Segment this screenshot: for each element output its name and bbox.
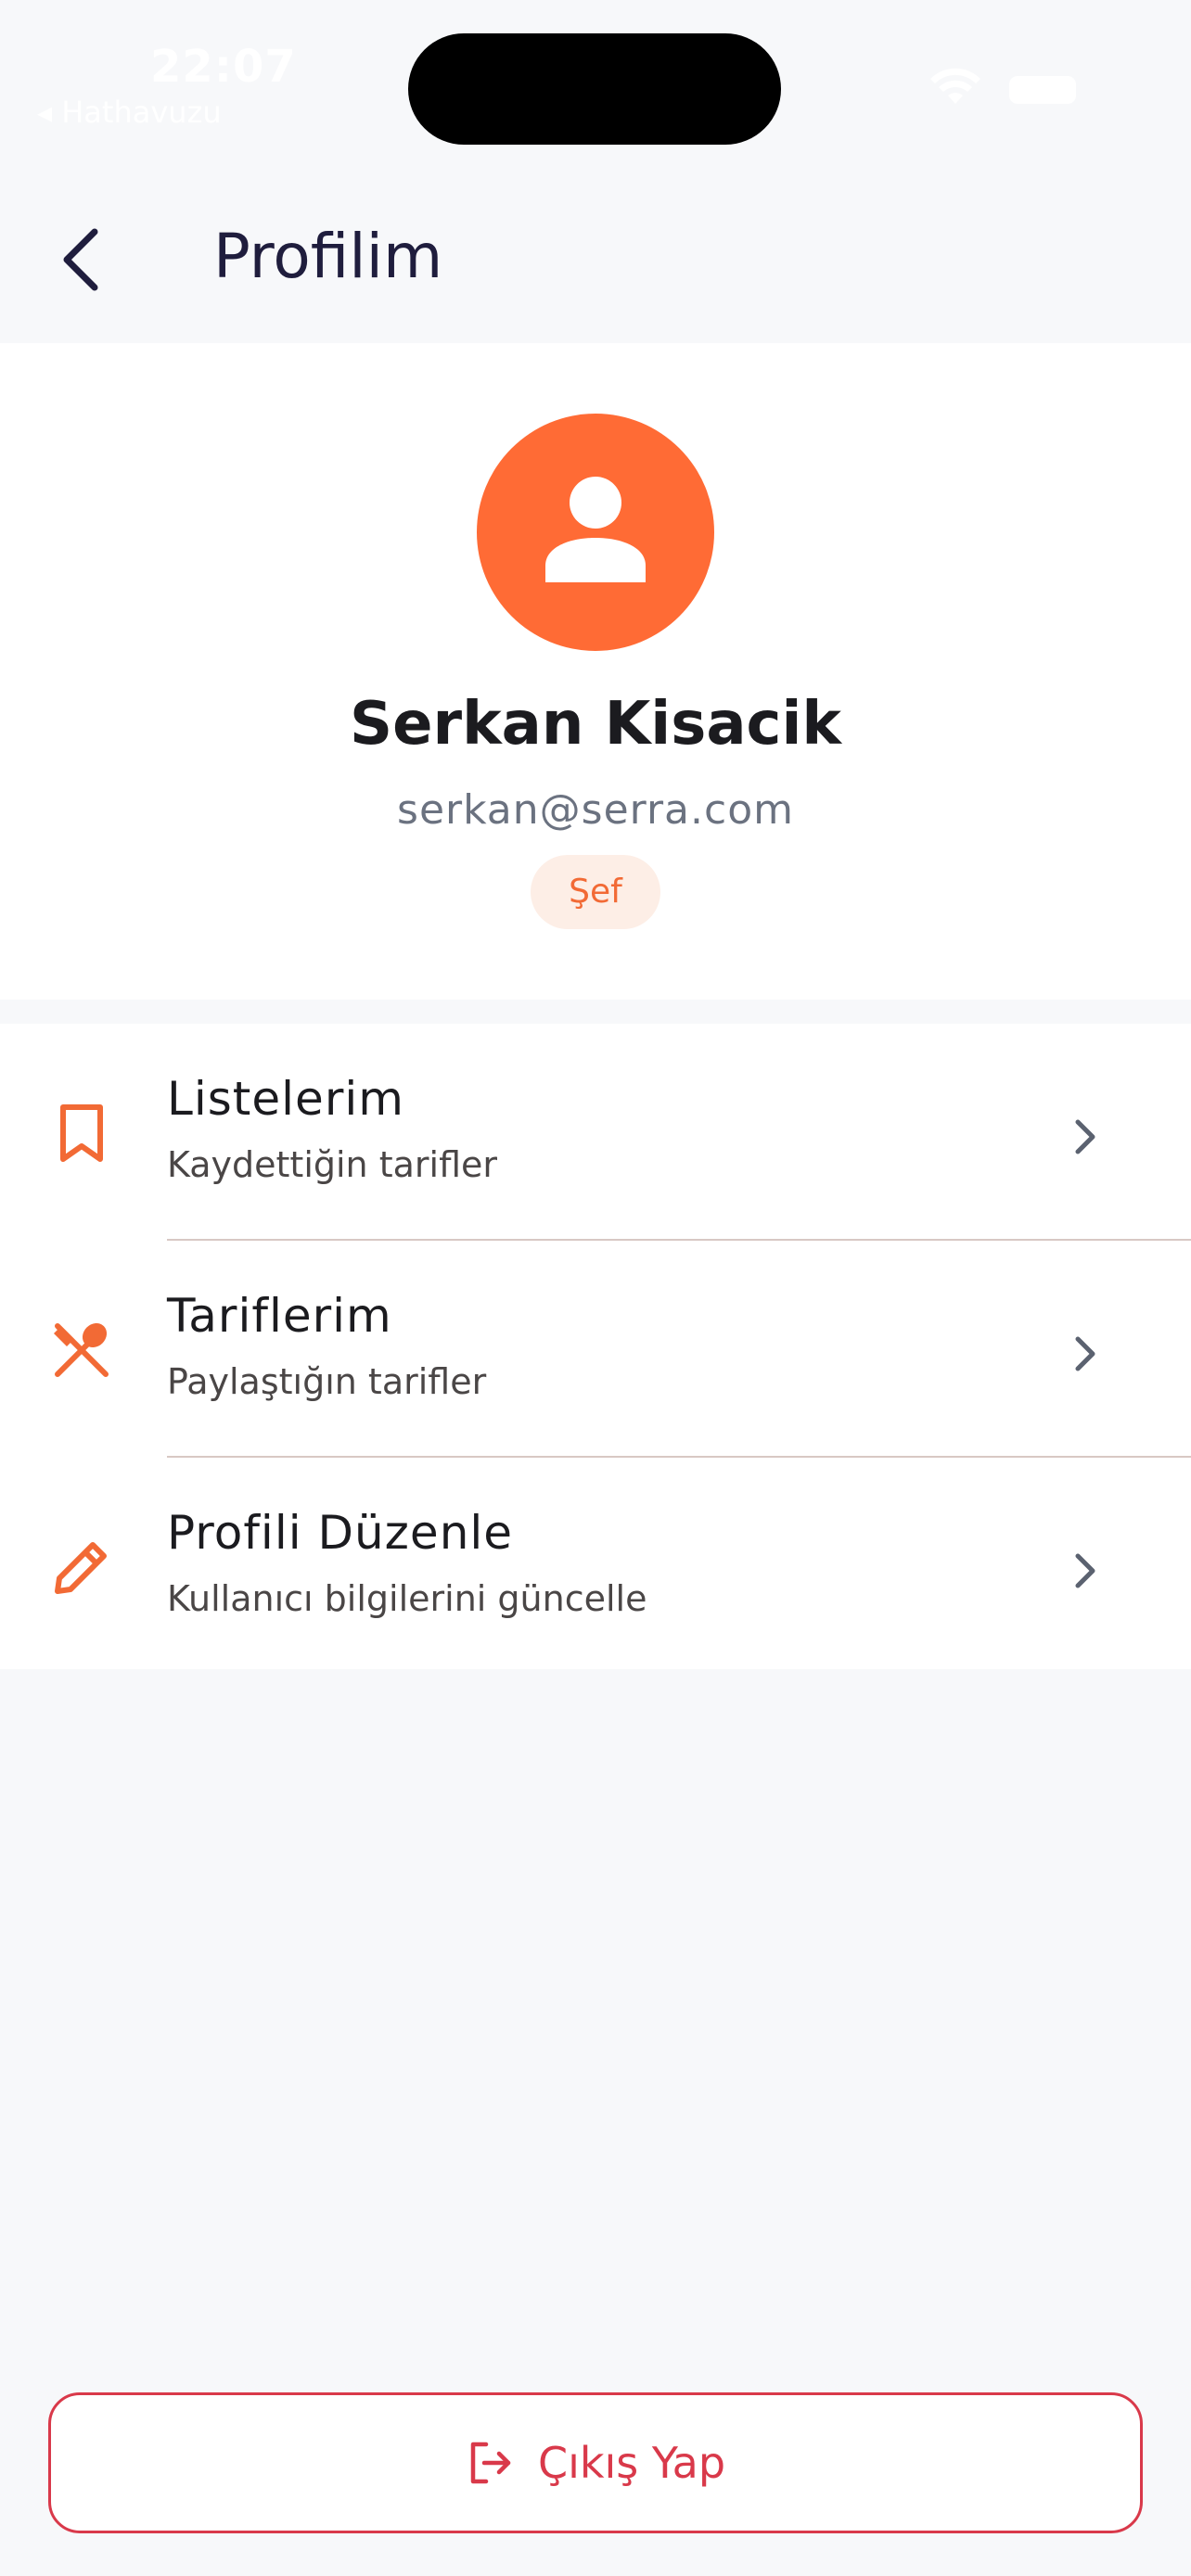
person-icon [545, 477, 646, 582]
chevron-right-icon [1067, 1111, 1104, 1163]
user-email: serkan@serra.com [397, 786, 794, 834]
wifi-icon [928, 67, 983, 111]
menu-item-tariflerim[interactable]: Tariflerim Paylaştığın tarifler [0, 1241, 1191, 1456]
avatar [477, 414, 714, 651]
status-time: 22:07 [150, 41, 297, 93]
back-button[interactable] [54, 223, 109, 297]
menu-item-subtitle: Kaydettiğin tarifler [167, 1144, 498, 1185]
logout-icon [466, 2439, 514, 2487]
pencil-icon [48, 1534, 115, 1600]
menu-item-subtitle: Paylaştığın tarifler [167, 1361, 487, 1402]
menu-item-listelerim[interactable]: Listelerim Kaydettiğin tarifler [0, 1024, 1191, 1239]
chevron-left-icon [63, 228, 98, 291]
profile-card: Serkan Kisacik serkan@serra.com Şef [0, 343, 1191, 1000]
battery-icon [1009, 76, 1076, 104]
menu-item-title: Listelerim [167, 1072, 404, 1126]
chevron-right-icon [1067, 1545, 1104, 1597]
profile-screen: 22:07 ◂ Hathavuzu Profilim Serkan Kisaci… [0, 0, 1191, 2576]
page-title: Profilim [213, 221, 443, 292]
bookmark-icon [48, 1100, 115, 1167]
menu-item-title: Tariflerim [167, 1289, 392, 1343]
logout-button[interactable]: Çıkış Yap [48, 2392, 1143, 2533]
role-badge: Şef [531, 855, 660, 929]
profile-menu: Listelerim Kaydettiğin tarifler Tarifler… [0, 1024, 1191, 1669]
chevron-right-icon [1067, 1328, 1104, 1380]
utensils-icon [48, 1317, 115, 1384]
menu-item-profili-duzenle[interactable]: Profili Düzenle Kullanıcı bilgilerini gü… [0, 1458, 1191, 1673]
menu-item-subtitle: Kullanıcı bilgilerini güncelle [167, 1578, 647, 1619]
logout-label: Çıkış Yap [537, 2438, 726, 2488]
user-name: Serkan Kisacik [350, 690, 841, 759]
status-back-to-app[interactable]: ◂ Hathavuzu [37, 95, 222, 130]
dynamic-island [408, 33, 781, 145]
menu-item-title: Profili Düzenle [167, 1506, 514, 1560]
